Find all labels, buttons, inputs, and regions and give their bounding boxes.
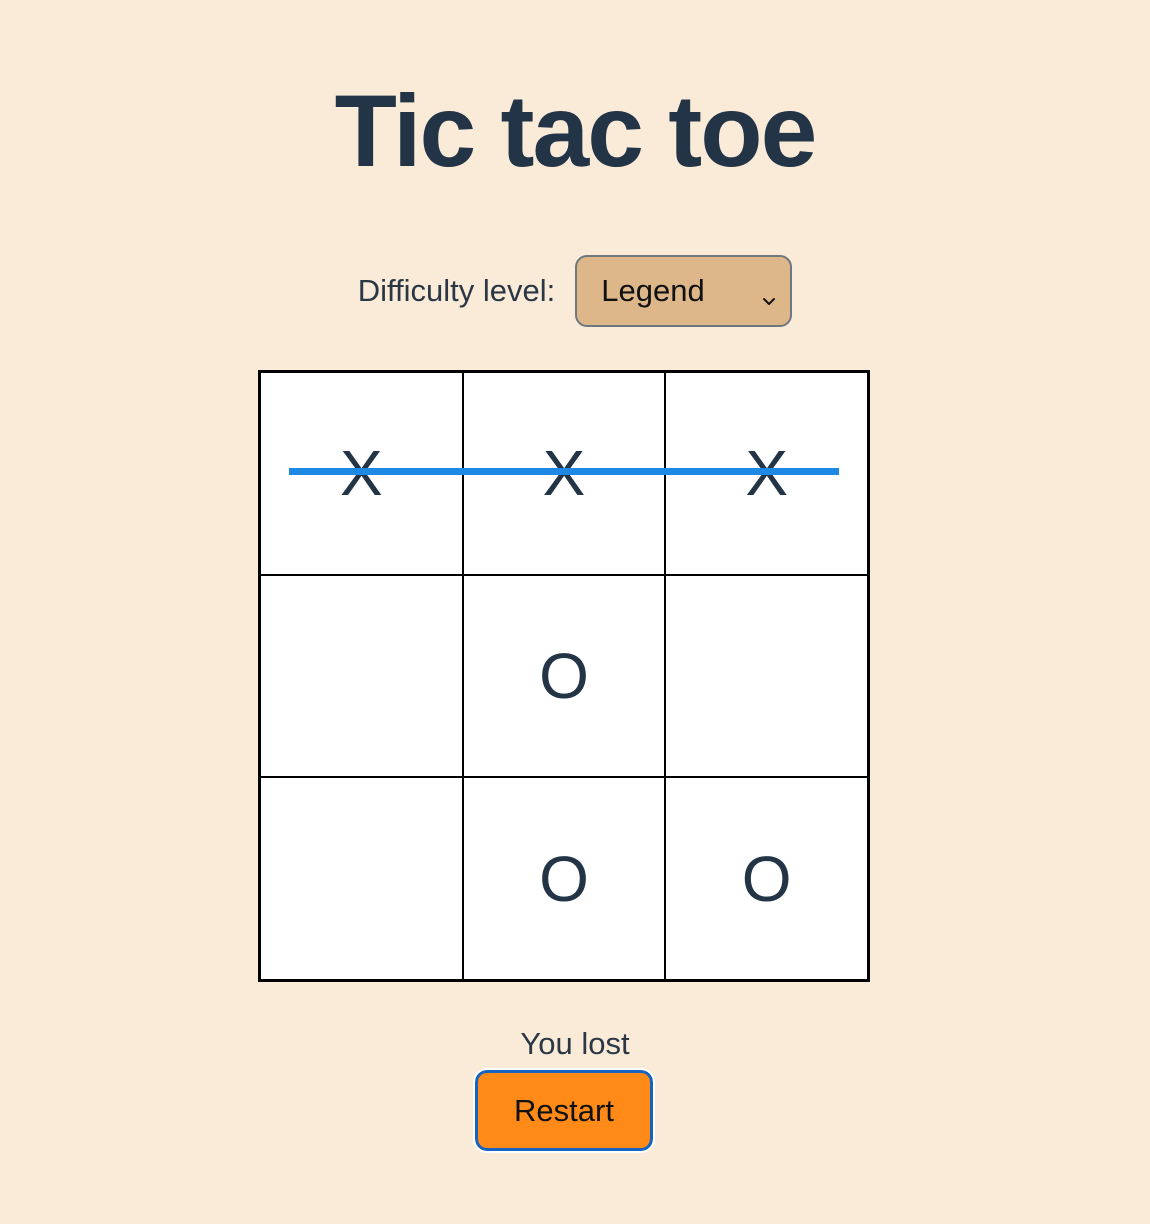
board-cell[interactable]: O: [665, 777, 868, 980]
difficulty-control: Difficulty level: Legend: [0, 255, 1150, 327]
difficulty-select[interactable]: Legend: [575, 255, 793, 327]
difficulty-label: Difficulty level:: [357, 273, 556, 308]
board-cell[interactable]: [260, 777, 463, 980]
game-status: You lost: [520, 1026, 630, 1061]
board-cell[interactable]: [260, 574, 463, 778]
board-cell[interactable]: O: [462, 574, 666, 778]
chevron-down-icon: [760, 282, 778, 305]
board-cell[interactable]: [665, 574, 868, 778]
difficulty-selected-value: Legend: [601, 273, 705, 308]
game-board: X X X O O O: [258, 370, 870, 982]
board-cell[interactable]: O: [462, 777, 666, 980]
restart-button[interactable]: Restart: [473, 1068, 655, 1153]
page-title: Tic tac toe: [334, 74, 818, 188]
winning-line: [289, 468, 839, 475]
